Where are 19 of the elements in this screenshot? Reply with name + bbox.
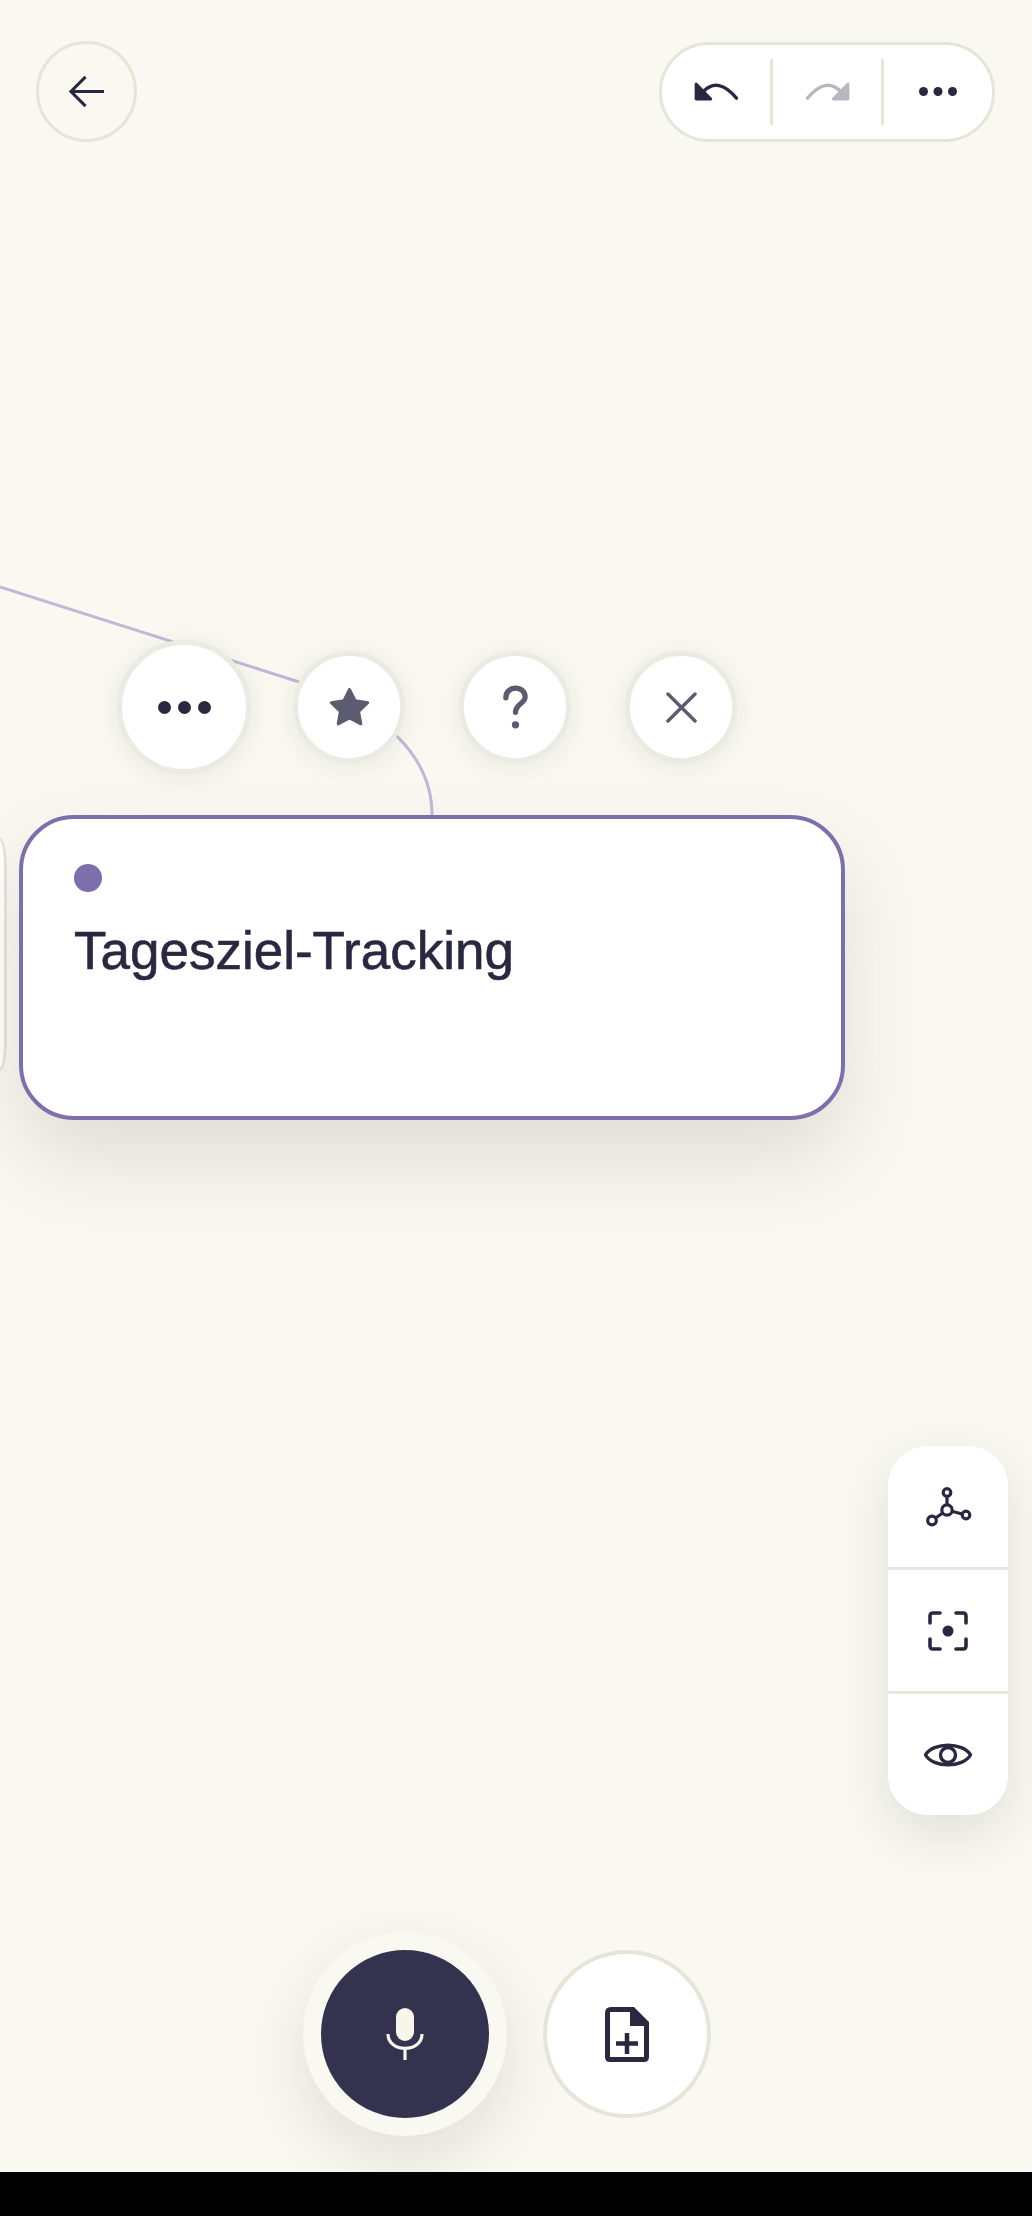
ellipsis-icon [157,700,211,714]
node-card[interactable] [0,838,7,1071]
undo-arrow-icon [693,82,739,101]
star-icon [328,687,370,727]
question-mark-icon [501,684,529,730]
network-icon [924,1486,972,1527]
arrow-left-icon [68,75,105,108]
focus-button[interactable] [888,1570,1008,1691]
node-card[interactable]: Tagesziel-Tracking [19,815,845,1120]
microphone-icon [386,2008,424,2060]
node-title: Tagesziel-Tracking [74,920,515,982]
visibility-button[interactable] [888,1694,1008,1815]
focus-frame-icon [928,1610,968,1651]
file-plus-icon [605,2006,649,2062]
graph-view-button[interactable] [888,1446,1008,1567]
back-button[interactable] [36,41,137,142]
ellipsis-icon [919,87,957,96]
redo-arrow-icon [804,82,850,101]
close-icon [665,691,697,723]
